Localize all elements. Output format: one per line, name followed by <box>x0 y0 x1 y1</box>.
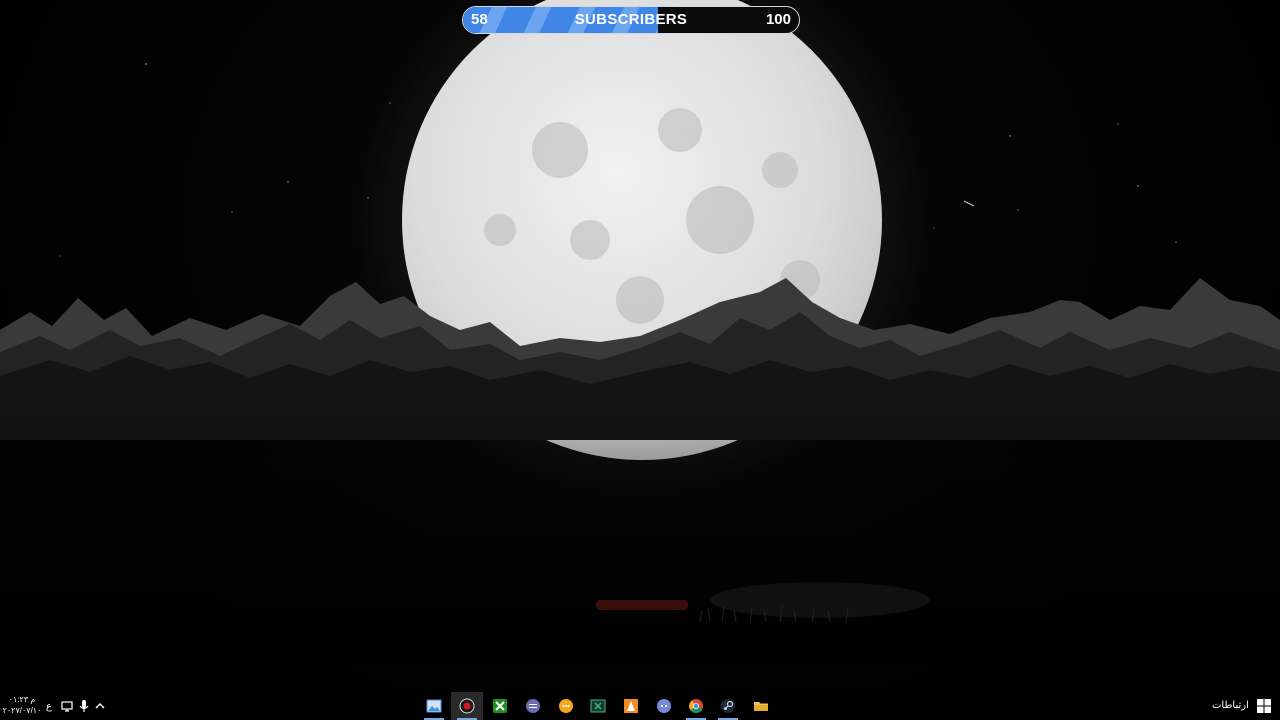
subscriber-label: SUBSCRIBERS <box>574 11 688 28</box>
wallpaper-moon-mountains <box>0 0 1280 660</box>
taskbar-app-steam[interactable] <box>712 692 744 720</box>
clock-date: ۲۰۲۷/۰۷/۱۰ <box>2 706 42 715</box>
taskbar-app-chat[interactable] <box>550 692 582 720</box>
taskbar-app-obs[interactable] <box>451 692 483 720</box>
taskbar: ع ارتباطات <box>0 692 1280 720</box>
clock-time: ۰۱:۲۳ م <box>8 695 36 704</box>
steam-icon <box>721 699 735 713</box>
microphone-icon[interactable] <box>76 692 92 720</box>
desktop: 58 SUBSCRIBERS 100 ع ارتباطات ۰۱:۲۳ م ۲۰… <box>0 0 1280 720</box>
xbox-icon <box>493 699 507 713</box>
taskbar-app-discord[interactable] <box>648 692 680 720</box>
windows-logo-icon <box>1257 699 1271 713</box>
subscriber-goal-count: 100 <box>765 11 791 28</box>
chrome-icon <box>689 699 703 713</box>
chevron-up-icon[interactable] <box>92 692 108 720</box>
taskbar-app-explorer[interactable] <box>745 692 777 720</box>
taskbar-app-chrome[interactable] <box>680 692 712 720</box>
excel-like-icon <box>590 699 606 713</box>
taskbar-app-spreadsheet[interactable] <box>582 692 614 720</box>
taskbar-app-photos[interactable] <box>418 692 450 720</box>
vlc-cone-icon <box>624 699 638 713</box>
media-app-icon <box>526 699 540 713</box>
language-indicator[interactable]: ع <box>42 692 56 720</box>
file-explorer-icon <box>754 702 768 711</box>
shooting-star <box>963 200 975 207</box>
discord-like-icon <box>657 699 671 713</box>
taskbar-clock[interactable]: ۰۱:۲۳ م ۲۰۲۷/۰۷/۱۰ <box>2 694 42 716</box>
photos-app-icon <box>426 699 442 713</box>
subscriber-goal-bar: 58 SUBSCRIBERS 100 <box>462 6 800 34</box>
chat-bubble-icon <box>559 699 573 713</box>
taskbar-app-media[interactable] <box>517 692 549 720</box>
car-silhouette <box>596 600 688 610</box>
network-links-label[interactable]: ارتباطات <box>1212 692 1249 720</box>
start-button[interactable] <box>1256 692 1272 720</box>
taskbar-app-xbox[interactable] <box>484 692 516 720</box>
network-icon[interactable] <box>58 692 76 720</box>
taskbar-app-vlc[interactable] <box>615 692 647 720</box>
obs-record-icon <box>459 698 475 714</box>
